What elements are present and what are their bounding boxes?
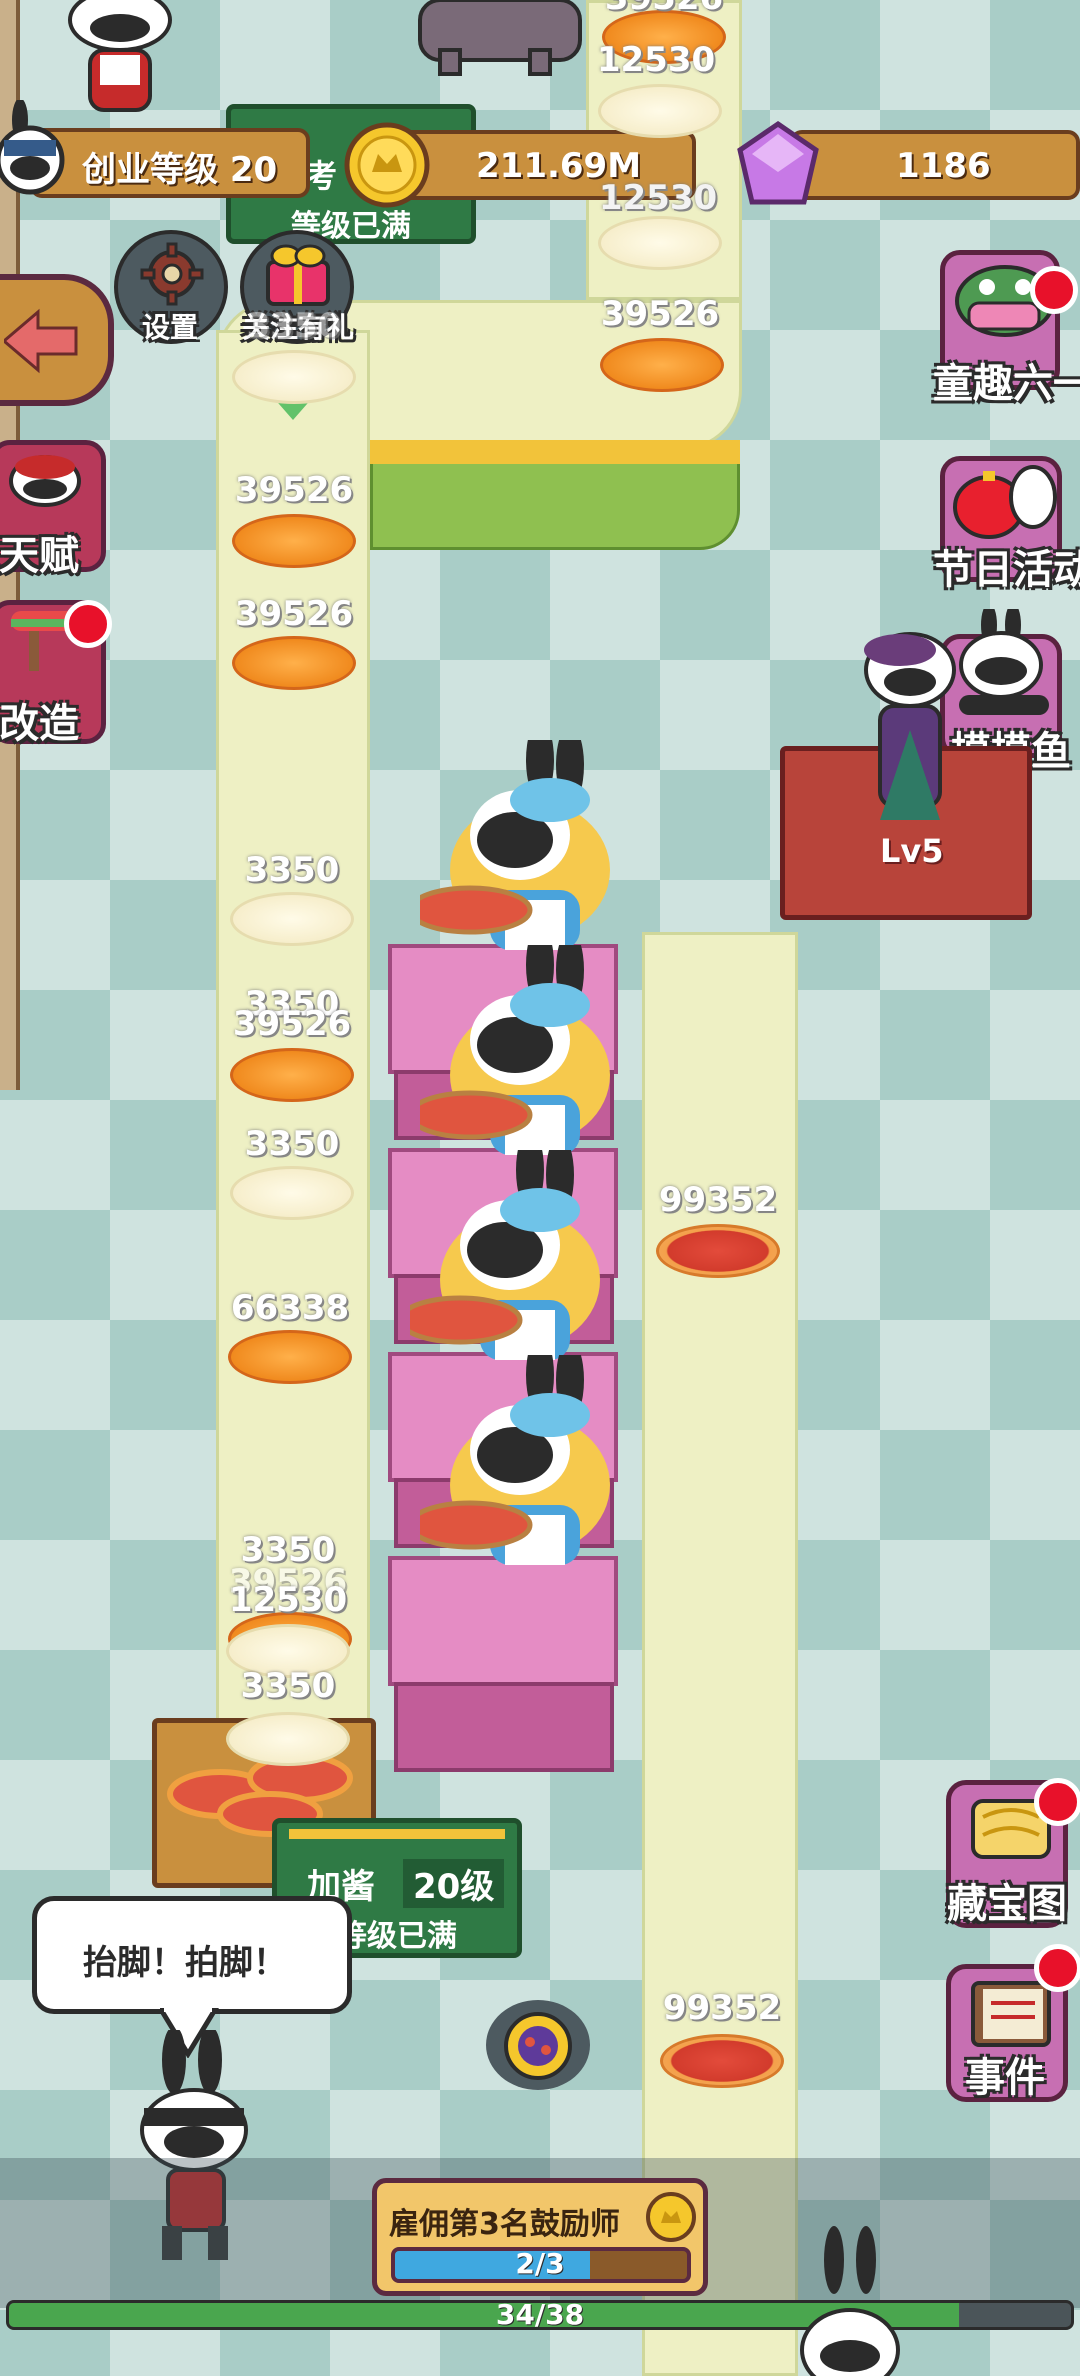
sauce-station-level: 20级 bbox=[403, 1859, 505, 1908]
pizza-item bbox=[232, 514, 356, 568]
dough-item bbox=[598, 216, 722, 270]
speech-text: 抬脚！拍脚！ bbox=[83, 1943, 287, 1983]
festival-button[interactable]: 节日活动 bbox=[933, 456, 1080, 593]
food-value-label: 12530 bbox=[596, 40, 716, 80]
gem-icon bbox=[737, 120, 819, 205]
festival-label: 节日活动 bbox=[933, 547, 1080, 593]
back-button[interactable] bbox=[0, 274, 114, 406]
sauce-station-status: 等级已满 bbox=[337, 1919, 457, 1954]
pizza-item bbox=[230, 1048, 354, 1102]
gift-icon bbox=[266, 244, 330, 306]
peeking-bunny bbox=[800, 2226, 900, 2376]
treasure-map-notification-dot bbox=[1034, 1778, 1080, 1826]
food-value-label: 66338 bbox=[230, 1288, 350, 1328]
food-value-label: 3350 bbox=[244, 1124, 340, 1164]
childrens-day-label: 童趣六一 bbox=[933, 361, 1080, 407]
settings-button[interactable]: 设置 bbox=[114, 230, 228, 344]
speech-bubble: 抬脚！拍脚！ bbox=[32, 1896, 352, 2014]
prep-table-4-base bbox=[394, 1682, 614, 1772]
gear-icon bbox=[140, 242, 204, 306]
coin-icon bbox=[344, 122, 430, 208]
chef-bunny-2[interactable] bbox=[420, 945, 640, 1165]
food-value-label: 39526 bbox=[234, 470, 354, 510]
rhino-character bbox=[418, 0, 582, 76]
coin-icon bbox=[646, 2192, 696, 2242]
prep-table-4 bbox=[388, 1556, 618, 1686]
food-value-label: 39526 bbox=[600, 294, 720, 334]
manager-character[interactable] bbox=[840, 620, 980, 840]
pizza-item bbox=[232, 636, 356, 690]
upgrade-label: 改造 bbox=[0, 701, 79, 747]
talent-button[interactable]: 天赋 bbox=[0, 440, 106, 579]
pizza-item bbox=[600, 338, 724, 392]
sauced-pizza-item bbox=[660, 2034, 784, 2088]
food-value-label: 3350 bbox=[244, 850, 340, 890]
events-notification-dot bbox=[1034, 1944, 1080, 1992]
level-bar[interactable]: 创业等级 20 bbox=[30, 128, 310, 198]
chef-bunny-1[interactable] bbox=[420, 740, 640, 960]
manager-level: Lv5 bbox=[880, 832, 944, 870]
hire-title: 雇佣第3名鼓励师 bbox=[389, 2207, 620, 2242]
gem-bar[interactable]: 1186 bbox=[790, 130, 1080, 200]
pizza-icon bbox=[504, 2012, 572, 2080]
talent-label: 天赋 bbox=[0, 533, 79, 579]
level-label: 创业等级 20 bbox=[82, 150, 278, 190]
player-avatar-icon[interactable] bbox=[0, 100, 72, 210]
food-value-label: 3350 bbox=[240, 1666, 336, 1706]
settings-label: 设置 bbox=[142, 311, 199, 344]
dough-item bbox=[598, 84, 722, 138]
food-value-label: 99352 bbox=[662, 1988, 782, 2028]
childrens-day-notification-dot bbox=[1030, 266, 1078, 314]
hire-cheerleader-button[interactable]: 雇佣第3名鼓励师 2/3 bbox=[372, 2178, 708, 2296]
sauced-pizza-item bbox=[656, 1224, 780, 1278]
overall-progress-text: 34/38 bbox=[495, 2298, 585, 2331]
dough-item bbox=[226, 1712, 350, 1766]
food-value-label: 12530 bbox=[228, 1580, 348, 1620]
pizza-item bbox=[228, 1330, 352, 1384]
upgrade-notification-dot bbox=[64, 600, 112, 648]
back-arrow-icon bbox=[4, 308, 78, 374]
events-label: 事件 bbox=[965, 2055, 1045, 2101]
hire-progress-text: 2/3 bbox=[515, 2247, 565, 2280]
food-value-label: 39526 bbox=[594, 0, 734, 18]
treasure-map-label: 藏宝图 bbox=[947, 1881, 1067, 1927]
conveyor-ledge-yellow bbox=[370, 440, 740, 464]
food-value-label: 39526 bbox=[234, 594, 354, 634]
food-value-label: 99352 bbox=[658, 1180, 778, 1220]
dough-item bbox=[230, 892, 354, 946]
food-value-label: 3350 bbox=[246, 306, 342, 346]
food-value-label: 12530 bbox=[598, 178, 718, 218]
pizza-shortcut-button[interactable] bbox=[486, 2000, 590, 2090]
chef-bunny-3[interactable] bbox=[410, 1150, 630, 1370]
gem-amount: 1186 bbox=[896, 146, 991, 186]
chef-bunny-4[interactable] bbox=[420, 1355, 640, 1575]
dough-item bbox=[232, 350, 356, 404]
dough-item bbox=[230, 1166, 354, 1220]
talent-character-icon bbox=[9, 455, 81, 507]
food-value-label: 39526 bbox=[232, 1004, 352, 1044]
